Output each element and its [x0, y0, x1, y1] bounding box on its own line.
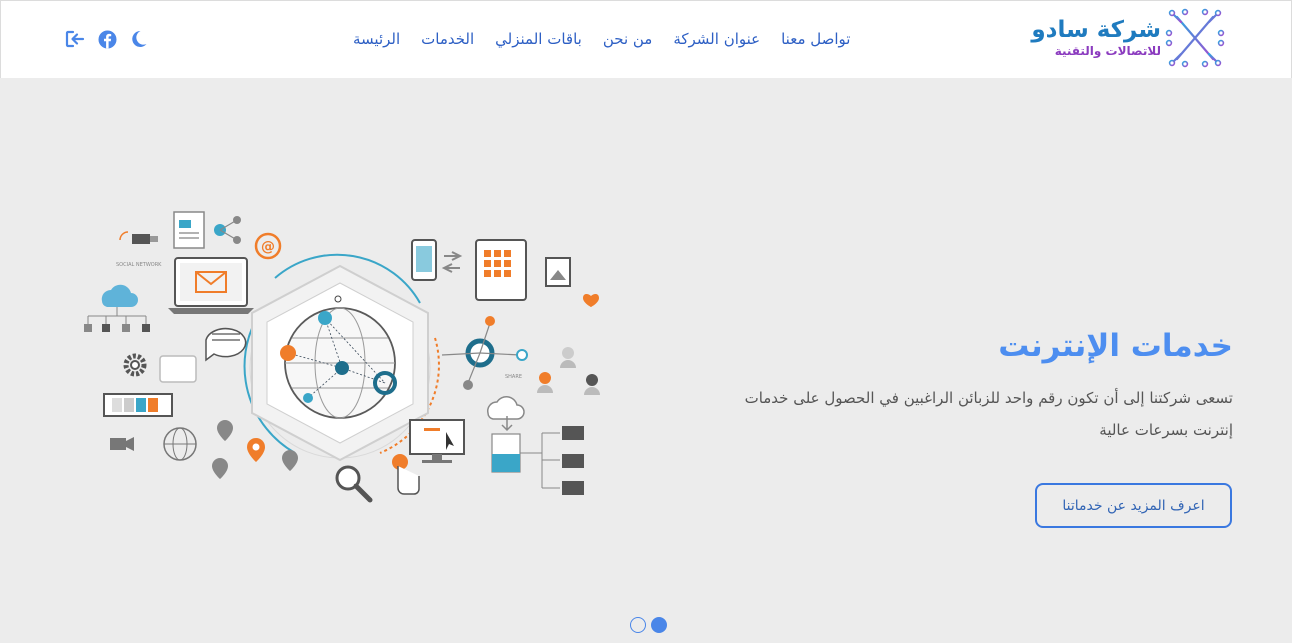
people-group-icon: [537, 347, 600, 395]
carousel-dot-1[interactable]: [630, 617, 646, 633]
logo-main-text: شركة سادو: [1031, 17, 1161, 43]
nav-home-packages[interactable]: باقات المنزلي: [495, 30, 582, 48]
monitor-icon: [409, 419, 465, 463]
world-globe-icon: [163, 427, 197, 461]
phone-icon: [411, 239, 463, 281]
laptop-mail-icon: [168, 257, 254, 314]
logo-text: شركة سادو للاتصالات والتقنية: [1031, 17, 1161, 58]
cloud-network-icon: [84, 284, 150, 332]
photo-icon: [545, 257, 571, 287]
magnifier-icon: [335, 465, 373, 503]
location-pin-icon: [212, 420, 298, 479]
hero-slider: @ SHARE SOCIAL NETWORK خدمات الإنترنت تس…: [0, 78, 1292, 643]
network-illustration: @ SHARE SOCIAL NETWORK: [84, 211, 600, 503]
usb-plug-icon: [119, 231, 158, 244]
main-nav: الرئيسة الخدمات باقات المنزلي من نحن عنو…: [353, 30, 850, 48]
site-header: الرئيسة الخدمات باقات المنزلي من نحن عنو…: [0, 0, 1292, 78]
nav-contact[interactable]: تواصل معنا: [781, 30, 850, 48]
carousel-dot-2-active[interactable]: [651, 617, 667, 633]
heart-icon: [583, 293, 599, 307]
carousel-indicators: [630, 617, 667, 633]
share-label: SHARE: [505, 374, 522, 380]
hand-pointer-icon: [392, 454, 420, 495]
tablet-icon: [475, 239, 527, 301]
share-nodes-icon: [214, 216, 241, 244]
logo-sub-text: للاتصالات والتقنية: [1054, 44, 1161, 58]
server-folders-icon: [491, 426, 584, 495]
cloud-download-icon: [487, 396, 525, 432]
circuit-logo-icon: [1165, 8, 1225, 68]
email-at-icon: @: [254, 232, 282, 260]
logout-icon[interactable]: [65, 28, 85, 50]
learn-more-button[interactable]: اعرف المزيد عن خدماتنا: [1035, 483, 1232, 528]
nav-address[interactable]: عنوان الشركة: [673, 30, 760, 48]
nav-home[interactable]: الرئيسة: [353, 30, 400, 48]
nav-services[interactable]: الخدمات: [421, 30, 474, 48]
hero-title: خدمات الإنترنت: [998, 328, 1233, 364]
nav-about[interactable]: من نحن: [603, 30, 653, 48]
company-logo[interactable]: شركة سادو للاتصالات والتقنية: [1031, 7, 1227, 69]
video-camera-icon: [110, 437, 134, 451]
svg-text:@: @: [261, 239, 275, 255]
chat-bubble-icon: [159, 327, 247, 383]
facebook-icon[interactable]: [97, 28, 117, 50]
gear-icon: [123, 353, 147, 377]
network-hub-icon: SHARE: [441, 316, 528, 390]
hero-description: تسعى شركتنا إلى أن تكون رقم واحد للزبائن…: [744, 389, 1233, 439]
film-strip-icon: [103, 393, 173, 417]
social-network-label: SOCIAL NETWORK: [116, 262, 162, 268]
moon-icon[interactable]: [129, 28, 149, 50]
document-icon: [173, 211, 205, 249]
header-icon-group: [65, 28, 149, 50]
